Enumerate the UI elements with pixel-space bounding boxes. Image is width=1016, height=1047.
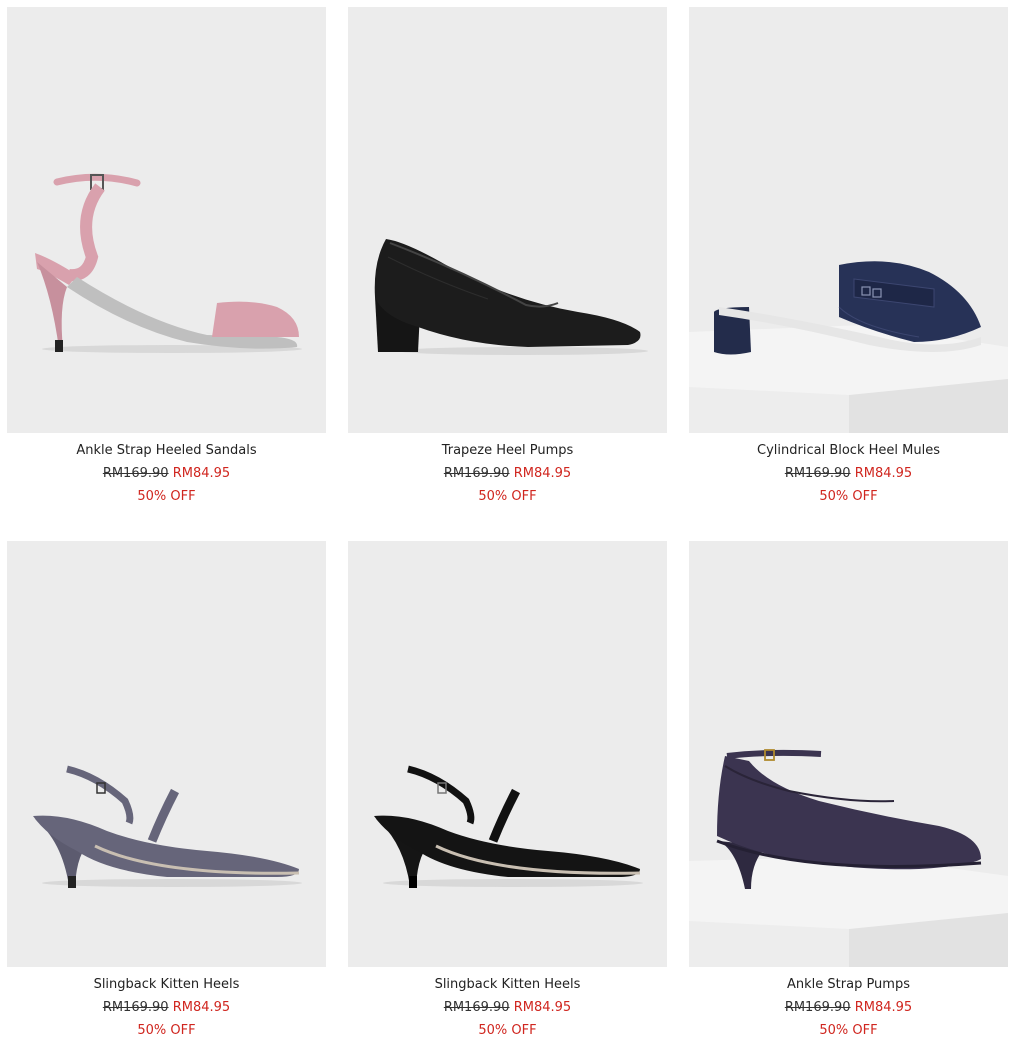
discount-label: 50% OFF [819,1023,878,1038]
product-image[interactable] [348,541,667,967]
product-image[interactable] [689,7,1008,433]
sale-price: RM84.95 [854,1000,913,1015]
black-pump-icon [374,239,648,355]
product-price: RM169.90 RM84.95 [348,466,667,482]
product-name[interactable]: Trapeze Heel Pumps [348,443,667,459]
sale-price: RM84.95 [854,466,913,481]
product-price: RM169.90 RM84.95 [7,466,326,482]
discount-label: 50% OFF [137,1023,196,1038]
discount-label: 50% OFF [478,489,537,504]
discount-label: 50% OFF [478,1023,537,1038]
product-name[interactable]: Ankle Strap Pumps [689,977,1008,993]
black-slingback-icon [374,765,643,888]
purple-ankle-strap-pump-icon [689,749,1008,967]
product-card[interactable]: Ankle Strap Pumps RM169.90 RM84.95 50% O… [689,541,1008,1039]
product-card[interactable]: Ankle Strap Heeled Sandals RM169.90 RM84… [7,7,326,505]
original-price: RM169.90 [102,466,169,481]
product-name[interactable]: Slingback Kitten Heels [348,977,667,993]
product-name[interactable]: Slingback Kitten Heels [7,977,326,993]
product-price: RM169.90 RM84.95 [689,466,1008,482]
product-image[interactable] [689,541,1008,967]
product-card[interactable]: Trapeze Heel Pumps RM169.90 RM84.95 50% … [348,7,667,505]
product-price: RM169.90 RM84.95 [7,1000,326,1016]
pink-sandal-icon [35,173,302,353]
sale-price: RM84.95 [172,466,231,481]
product-image[interactable] [7,541,326,967]
discount-label: 50% OFF [137,489,196,504]
original-price: RM169.90 [443,466,510,481]
sale-price: RM84.95 [172,1000,231,1015]
original-price: RM169.90 [784,466,851,481]
original-price: RM169.90 [784,1000,851,1015]
sale-price: RM84.95 [513,466,572,481]
product-card[interactable]: Slingback Kitten Heels RM169.90 RM84.95 … [348,541,667,1039]
original-price: RM169.90 [102,1000,169,1015]
grey-slingback-icon [33,765,302,888]
product-name[interactable]: Cylindrical Block Heel Mules [689,443,1008,459]
product-price: RM169.90 RM84.95 [689,1000,1008,1016]
original-price: RM169.90 [443,1000,510,1015]
product-card[interactable]: Slingback Kitten Heels RM169.90 RM84.95 … [7,541,326,1039]
product-image[interactable] [7,7,326,433]
product-price: RM169.90 RM84.95 [348,1000,667,1016]
product-card[interactable]: Cylindrical Block Heel Mules RM169.90 RM… [689,7,1008,505]
navy-mule-icon [689,261,1008,433]
sale-price: RM84.95 [513,1000,572,1015]
product-name[interactable]: Ankle Strap Heeled Sandals [7,443,326,459]
product-image[interactable] [348,7,667,433]
discount-label: 50% OFF [819,489,878,504]
